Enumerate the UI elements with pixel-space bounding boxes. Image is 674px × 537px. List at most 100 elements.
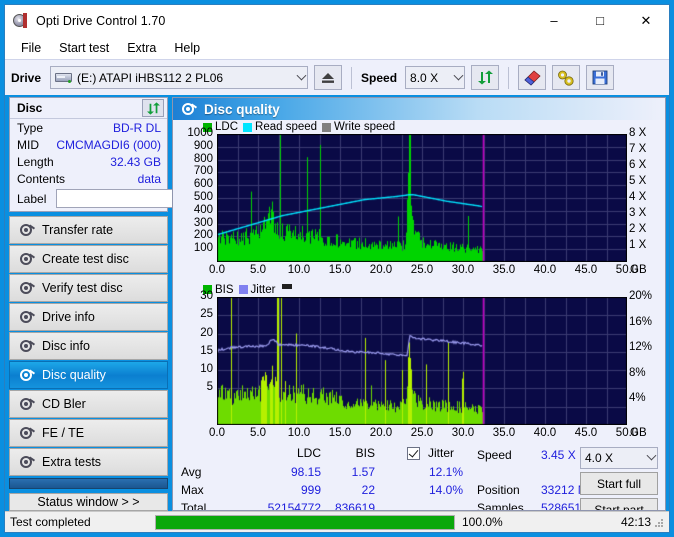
sidebar-item-cd-bler[interactable]: CD Bler bbox=[9, 390, 168, 418]
drive-select-value: (E:) ATAPI iHBS112 2 PL06 bbox=[77, 70, 224, 85]
drive-info-icon bbox=[19, 310, 36, 325]
jitter-checkbox[interactable] bbox=[407, 446, 420, 461]
sidebar-item-disc-quality[interactable]: Disc quality bbox=[9, 361, 168, 389]
sidebar-item-fe-te[interactable]: FE / TE bbox=[9, 419, 168, 447]
disc-refresh-button[interactable] bbox=[142, 99, 164, 117]
sidebar: Disc Type BD-R DL MID CMCMAGDI6 (000) Le… bbox=[5, 95, 260, 511]
position-stat-label: Position bbox=[477, 483, 520, 497]
samples-stat-label: Samples bbox=[477, 501, 524, 511]
close-button[interactable]: ✕ bbox=[623, 5, 669, 36]
disc-panel-title: Disc bbox=[17, 101, 43, 115]
disc-length-value: 32.43 GB bbox=[110, 154, 161, 169]
speed-select-value: 8.0 X bbox=[410, 70, 439, 85]
fe-te-icon bbox=[19, 426, 36, 441]
sidebar-item-label: Create test disc bbox=[42, 252, 129, 266]
stats-row-max: Max bbox=[181, 483, 204, 497]
speed-stat-label: Speed bbox=[477, 448, 512, 462]
right-axis-tick: 5 X bbox=[629, 175, 647, 187]
disc-info-panel: Disc Type BD-R DL MID CMCMAGDI6 (000) Le… bbox=[9, 97, 260, 212]
disc-quality-icon bbox=[19, 368, 36, 383]
sidebar-item-label: Verify test disc bbox=[42, 281, 123, 295]
save-button[interactable] bbox=[586, 65, 615, 90]
sidebar-item-create-test-disc[interactable]: Create test disc bbox=[9, 245, 168, 273]
ldc-plot-canvas bbox=[217, 134, 627, 262]
cd-bler-icon bbox=[19, 397, 36, 412]
ldc-plot-area: 1000 900 800 700 600 500 400 300 200 100 8 X 7 X 6 X… bbox=[173, 120, 665, 283]
y-axis-tick: 600 bbox=[193, 178, 213, 191]
stats-total-ldc: 52154772 bbox=[267, 501, 321, 511]
disc-type-label: Type bbox=[17, 120, 44, 135]
sidebar-item-extra-tests[interactable]: Extra tests bbox=[9, 448, 168, 476]
x-axis-unit-label: GB bbox=[630, 264, 647, 276]
sidebar-item-verify-test-disc[interactable]: Verify test disc bbox=[9, 274, 168, 302]
y-axis-tick: 800 bbox=[193, 152, 213, 165]
eject-button[interactable] bbox=[314, 65, 343, 90]
application-window: Opti Drive Control 1.70 – □ ✕ File Start… bbox=[4, 4, 670, 533]
right-axis-tick: 2 X bbox=[629, 223, 647, 235]
x-axis-tick: 15.0 bbox=[328, 426, 352, 439]
start-full-button[interactable]: Start full bbox=[580, 472, 658, 495]
sidebar-item-transfer-rate[interactable]: Transfer rate bbox=[9, 216, 168, 244]
status-window-button[interactable]: Status window > > bbox=[9, 493, 168, 511]
ldc-chart: LDC Read speed Write speed 1000 900 800 700… bbox=[173, 120, 665, 283]
speed-select[interactable]: 8.0 X bbox=[405, 66, 466, 89]
resize-grip[interactable] bbox=[654, 518, 664, 528]
menu-start-test[interactable]: Start test bbox=[50, 39, 118, 57]
x-axis-tick: 0.0 bbox=[209, 426, 225, 439]
bis-chart: BIS Jitter 30 25 20 15 10 5 20% 16% 12% 8% 4% 0.0 5.… bbox=[173, 283, 665, 444]
menu-extra[interactable]: Extra bbox=[118, 39, 165, 57]
y-axis-tick: 20 bbox=[200, 326, 213, 339]
tools-button[interactable] bbox=[552, 65, 581, 90]
sidebar-item-disc-info[interactable]: Disc info bbox=[9, 332, 168, 360]
disc-quality-icon bbox=[181, 102, 198, 117]
menu-help[interactable]: Help bbox=[165, 39, 209, 57]
x-axis-tick: 30.0 bbox=[451, 426, 475, 439]
bis-plot-canvas bbox=[217, 296, 627, 425]
create-test-disc-icon bbox=[19, 252, 36, 267]
disc-length-label: Length bbox=[17, 154, 54, 169]
sidebar-item-drive-info[interactable]: Drive info bbox=[9, 303, 168, 331]
x-axis-tick: 35.0 bbox=[492, 264, 516, 276]
disc-contents-label: Contents bbox=[17, 171, 66, 186]
checkbox-icon bbox=[407, 447, 420, 461]
right-axis-tick: 6 X bbox=[629, 159, 647, 171]
toolbar-divider bbox=[351, 66, 353, 89]
x-axis-tick: 10.0 bbox=[287, 264, 311, 276]
y-axis-tick: 400 bbox=[193, 203, 213, 216]
x-axis-tick: 40.0 bbox=[533, 264, 557, 276]
navigation-list: Transfer rate Create test disc Verify te… bbox=[9, 216, 168, 489]
y-axis-tick: 25 bbox=[200, 308, 213, 321]
disc-row-contents: Contents data bbox=[10, 170, 167, 187]
window-controls: – □ ✕ bbox=[531, 5, 669, 36]
y-axis-tick: 900 bbox=[193, 139, 213, 152]
right-axis-tick: 12% bbox=[629, 341, 653, 354]
stats-max-ldc: 999 bbox=[300, 483, 321, 497]
maximize-button[interactable]: □ bbox=[577, 5, 623, 36]
right-axis-tick: 3 X bbox=[629, 207, 647, 219]
x-axis-tick: 30.0 bbox=[451, 264, 475, 276]
right-axis-tick: 1 X bbox=[629, 239, 647, 251]
page-title: Disc quality bbox=[204, 101, 280, 117]
transfer-rate-icon bbox=[19, 223, 36, 238]
chevron-down-icon bbox=[453, 70, 464, 80]
start-part-button[interactable]: Start part bbox=[580, 498, 658, 510]
stats-row-avg: Avg bbox=[181, 465, 202, 479]
sidebar-item-label: Drive info bbox=[42, 310, 95, 324]
sidebar-item-label: Extra tests bbox=[42, 455, 102, 469]
refresh-button[interactable] bbox=[471, 65, 500, 90]
erase-button[interactable] bbox=[518, 65, 547, 90]
test-speed-select[interactable]: 4.0 X bbox=[580, 447, 658, 469]
right-axis-tick: 20% bbox=[629, 289, 653, 302]
drive-label: Drive bbox=[11, 70, 42, 85]
menu-file[interactable]: File bbox=[12, 39, 50, 57]
disc-info-icon bbox=[19, 339, 36, 354]
disc-row-label: Label bbox=[10, 187, 260, 211]
minimize-button[interactable]: – bbox=[531, 5, 577, 36]
sidebar-spacer bbox=[9, 478, 168, 489]
drive-select[interactable]: (E:) ATAPI iHBS112 2 PL06 bbox=[50, 66, 309, 89]
y-axis-tick: 15 bbox=[200, 344, 213, 357]
window-title: Opti Drive Control 1.70 bbox=[36, 13, 166, 28]
stats-max-jitter: 14.0% bbox=[428, 483, 463, 497]
y-axis-tick: 100 bbox=[193, 242, 213, 255]
x-axis-tick: 25.0 bbox=[410, 264, 434, 276]
